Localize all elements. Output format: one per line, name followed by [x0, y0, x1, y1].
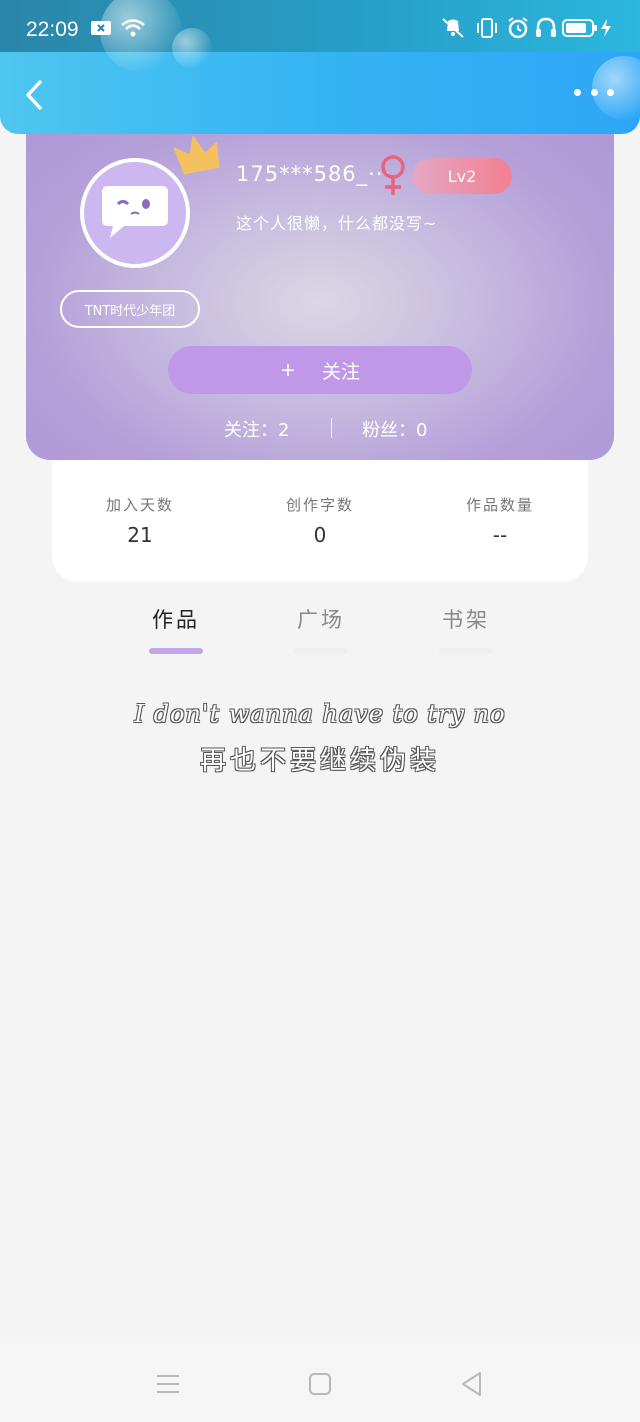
- plus-icon: +: [280, 359, 296, 381]
- group-tag[interactable]: TNT时代少年团: [60, 290, 200, 328]
- stat-value: 0: [313, 523, 327, 547]
- stat-label: 创作字数: [285, 496, 354, 514]
- more-options-button[interactable]: [574, 84, 614, 100]
- profile-card: 175***586_··· Lv2 这个人很懒，什么都没写~ TNT时代少年团 …: [26, 110, 614, 460]
- tab-indicator: [149, 648, 203, 654]
- following-count[interactable]: 关注：2: [224, 416, 289, 442]
- female-gender-icon: [381, 155, 405, 195]
- charging-icon: [600, 16, 612, 40]
- home-icon[interactable]: [306, 1370, 334, 1398]
- wifi-icon: [120, 16, 146, 40]
- tab-indicator: [439, 648, 493, 654]
- lyrics-overlay: I don't wanna have to try no 再也不要继续伪装: [0, 700, 640, 777]
- mute-vibrate-icon: [440, 16, 466, 40]
- stat-value: 21: [127, 523, 153, 547]
- chevron-left-icon: [26, 80, 42, 110]
- tab-works[interactable]: 作品: [136, 604, 216, 654]
- notification-icon: [90, 16, 112, 40]
- lyric-line-english: I don't wanna have to try no: [134, 700, 506, 728]
- follow-button[interactable]: + 关注: [168, 346, 472, 394]
- battery-icon: [562, 16, 598, 40]
- tab-indicator: [294, 648, 348, 654]
- stat-value: --: [492, 523, 508, 547]
- bio-text: 这个人很懒，什么都没写~: [236, 214, 438, 233]
- tab-label: 广场: [297, 608, 345, 632]
- menu-icon[interactable]: [154, 1370, 182, 1398]
- stat-word-count: 创作字数 0: [250, 494, 390, 547]
- level-badge: Lv2: [412, 158, 512, 194]
- lyric-line-chinese: 再也不要继续伪装: [199, 746, 440, 776]
- fans-count[interactable]: 粉丝：0: [362, 416, 427, 442]
- chat-bubble-face-icon: [102, 186, 168, 238]
- clock: 22:09: [26, 18, 79, 41]
- dot: [607, 88, 614, 96]
- dot: [590, 88, 598, 96]
- stat-works-count: 作品数量 --: [430, 494, 570, 547]
- top-navbar: [0, 50, 640, 134]
- follow-label: 关注: [321, 360, 360, 383]
- stat-join-days: 加入天数 21: [70, 494, 210, 547]
- status-bar: 22:09: [0, 0, 640, 72]
- vibrate-icon: [474, 16, 500, 40]
- decor-bubble: [172, 28, 212, 68]
- avatar-image: [84, 162, 186, 264]
- tab-label: 书架: [442, 608, 490, 632]
- follow-counts: 关注：2 粉丝：0: [26, 414, 614, 442]
- system-nav-bar: [0, 1342, 640, 1422]
- stat-label: 作品数量: [465, 496, 534, 514]
- dot: [574, 88, 581, 96]
- back-triangle-icon[interactable]: [458, 1370, 486, 1398]
- crown-icon: [174, 135, 220, 175]
- headphones-icon: [534, 16, 558, 40]
- stat-label: 加入天数: [105, 496, 174, 514]
- back-button[interactable]: [18, 78, 52, 112]
- divider: [331, 418, 332, 438]
- username: 175***586_···: [236, 162, 392, 186]
- tab-bookshelf[interactable]: 书架: [426, 604, 506, 654]
- stats-panel: 加入天数 21 创作字数 0 作品数量 --: [52, 440, 588, 582]
- alarm-icon: [506, 16, 530, 40]
- tab-label: 作品: [152, 608, 200, 632]
- tab-plaza[interactable]: 广场: [281, 604, 361, 654]
